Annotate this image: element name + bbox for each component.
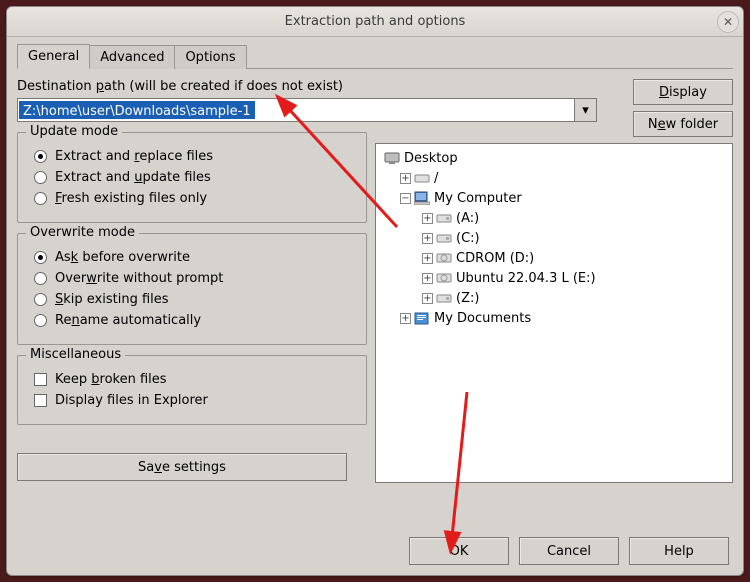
tree-item-drive-cdrom[interactable]: + CDROM (D:) bbox=[378, 248, 730, 268]
collapse-icon[interactable]: − bbox=[400, 193, 411, 204]
expand-icon[interactable]: + bbox=[400, 313, 411, 324]
radio-icon bbox=[34, 251, 47, 264]
overwrite-mode-group: Overwrite mode Ask before overwrite Over… bbox=[17, 233, 367, 345]
radio-icon bbox=[34, 272, 47, 285]
drive-icon bbox=[436, 291, 452, 305]
radio-icon bbox=[34, 192, 47, 205]
radio-extract-replace[interactable]: Extract and replace files bbox=[30, 149, 354, 164]
radio-icon bbox=[34, 314, 47, 327]
radio-rename-automatically[interactable]: Rename automatically bbox=[30, 313, 354, 328]
check-display-in-explorer[interactable]: Display files in Explorer bbox=[30, 393, 354, 408]
close-icon: ✕ bbox=[723, 15, 733, 29]
tree-item-drive-c[interactable]: + (C:) bbox=[378, 228, 730, 248]
radio-overwrite-without-prompt[interactable]: Overwrite without prompt bbox=[30, 271, 354, 286]
expand-icon[interactable]: + bbox=[422, 213, 433, 224]
close-button[interactable]: ✕ bbox=[717, 11, 739, 33]
help-button[interactable]: Help bbox=[629, 537, 729, 565]
overwrite-mode-title: Overwrite mode bbox=[26, 225, 139, 240]
tab-advanced[interactable]: Advanced bbox=[89, 45, 175, 69]
tree-item-desktop[interactable]: Desktop bbox=[378, 148, 730, 168]
radio-fresh-existing[interactable]: Fresh existing files only bbox=[30, 191, 354, 206]
radio-extract-update[interactable]: Extract and update files bbox=[30, 170, 354, 185]
tree-item-drive-a[interactable]: + (A:) bbox=[378, 208, 730, 228]
titlebar: Extraction path and options ✕ bbox=[7, 7, 743, 37]
radio-icon bbox=[34, 171, 47, 184]
save-settings-button[interactable]: Save settings bbox=[17, 453, 347, 481]
tree-item-drive-z[interactable]: + (Z:) bbox=[378, 288, 730, 308]
expand-icon[interactable]: + bbox=[422, 233, 433, 244]
folder-tree[interactable]: Desktop + / − My Computer bbox=[375, 143, 733, 483]
tab-strip: General Advanced Options bbox=[17, 43, 733, 69]
cdrom-icon bbox=[436, 271, 452, 285]
tab-general[interactable]: General bbox=[17, 44, 90, 69]
expand-icon[interactable]: + bbox=[422, 293, 433, 304]
misc-title: Miscellaneous bbox=[26, 347, 125, 362]
tree-item-root[interactable]: + / bbox=[378, 168, 730, 188]
destination-path-value: Z:\home\user\Downloads\sample-1 bbox=[19, 101, 255, 119]
drive-icon bbox=[436, 231, 452, 245]
expand-icon[interactable]: + bbox=[422, 253, 433, 264]
display-button[interactable]: Display bbox=[633, 79, 733, 105]
drive-icon bbox=[414, 171, 430, 185]
dialog-button-row: OK Cancel Help bbox=[409, 537, 729, 565]
dialog-window: Extraction path and options ✕ General Ad… bbox=[6, 6, 744, 576]
documents-icon bbox=[414, 311, 430, 325]
window-title: Extraction path and options bbox=[285, 14, 466, 29]
update-mode-title: Update mode bbox=[26, 124, 122, 139]
cdrom-icon bbox=[436, 251, 452, 265]
desktop-icon bbox=[384, 151, 400, 165]
checkbox-icon bbox=[34, 394, 47, 407]
destination-label: Destination path (will be created if doe… bbox=[17, 79, 367, 94]
radio-ask-before-overwrite[interactable]: Ask before overwrite bbox=[30, 250, 354, 265]
expand-icon[interactable]: + bbox=[400, 173, 411, 184]
cancel-button[interactable]: Cancel bbox=[519, 537, 619, 565]
tree-item-mycomputer[interactable]: − My Computer bbox=[378, 188, 730, 208]
new-folder-button[interactable]: New folder bbox=[633, 111, 733, 137]
tab-options[interactable]: Options bbox=[174, 45, 246, 69]
radio-icon bbox=[34, 150, 47, 163]
expand-icon[interactable]: + bbox=[422, 273, 433, 284]
tree-item-mydocuments[interactable]: + My Documents bbox=[378, 308, 730, 328]
checkbox-icon bbox=[34, 373, 47, 386]
radio-icon bbox=[34, 293, 47, 306]
drive-icon bbox=[436, 211, 452, 225]
tree-item-drive-ubuntu[interactable]: + Ubuntu 22.04.3 L (E:) bbox=[378, 268, 730, 288]
ok-button[interactable]: OK bbox=[409, 537, 509, 565]
misc-group: Miscellaneous Keep broken files Display … bbox=[17, 355, 367, 425]
check-keep-broken[interactable]: Keep broken files bbox=[30, 372, 354, 387]
computer-icon bbox=[414, 191, 430, 205]
update-mode-group: Update mode Extract and replace files Ex… bbox=[17, 132, 367, 223]
radio-skip-existing[interactable]: Skip existing files bbox=[30, 292, 354, 307]
